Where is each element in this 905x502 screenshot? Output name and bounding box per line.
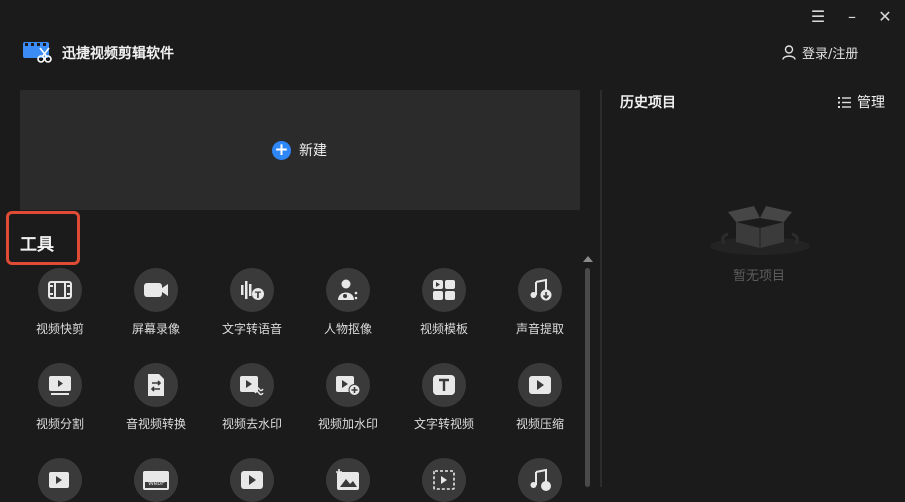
camera-icon (144, 283, 168, 297)
scroll-up-arrow[interactable] (583, 256, 593, 262)
tool-label: 视频加水印 (317, 417, 378, 431)
text-to-speech-icon: T (241, 281, 264, 301)
film-icon (48, 281, 72, 299)
add-watermark-icon (336, 376, 361, 396)
tool-partial-6[interactable] (492, 458, 588, 502)
image-icon (336, 469, 359, 490)
tool-label: 文字转视频 (413, 417, 474, 431)
audio-extract-icon (530, 278, 552, 301)
webp-badge: WebP (148, 480, 165, 487)
video-extra-icon (49, 472, 69, 488)
tool-label: 视频快剪 (35, 322, 84, 336)
text-to-video-icon (433, 375, 455, 395)
menu-button[interactable]: ☰ (807, 8, 829, 26)
user-icon (782, 45, 796, 60)
empty-history-text: 暂无项目 (733, 269, 786, 284)
tool-audio-extract[interactable]: 声音提取 (492, 268, 588, 337)
app-logo-icon (23, 42, 52, 63)
remove-watermark-icon (240, 376, 264, 396)
manage-label: 管理 (857, 95, 885, 111)
list-icon (838, 96, 851, 108)
svg-text:T: T (255, 291, 262, 301)
panel-divider (600, 90, 602, 487)
tool-label: 视频模板 (419, 322, 468, 336)
tool-label: 视频压缩 (515, 417, 564, 431)
tool-label: 声音提取 (515, 322, 564, 336)
compress-icon (529, 376, 551, 394)
scrollbar-thumb[interactable] (585, 268, 590, 487)
tool-label: 文字转语音 (221, 322, 282, 336)
tool-text-to-video[interactable]: 文字转视频 (396, 363, 492, 432)
tool-add-watermark[interactable]: 视频加水印 (300, 363, 396, 432)
music-icon (530, 468, 551, 491)
new-project-button[interactable]: + 新建 (272, 140, 327, 160)
plus-icon: + (272, 140, 291, 160)
login-register-link[interactable]: 登录/注册 (782, 43, 858, 62)
history-title: 历史项目 (620, 95, 676, 111)
crop-icon (433, 470, 455, 490)
tool-person-cutout[interactable]: 人物抠像 (300, 268, 396, 337)
tool-partial-1[interactable] (12, 458, 108, 502)
tool-av-convert[interactable]: 音视频转换 (108, 363, 204, 432)
tool-partial-3[interactable] (204, 458, 300, 502)
tool-label: 屏幕录像 (131, 322, 180, 336)
tool-video-compress[interactable]: 视频压缩 (492, 363, 588, 432)
tool-label: 音视频转换 (125, 417, 186, 431)
minimize-button[interactable]: – (841, 8, 863, 26)
tool-partial-5[interactable] (396, 458, 492, 502)
tool-remove-watermark[interactable]: 视频去水印 (204, 363, 300, 432)
tool-label: 视频分割 (35, 417, 84, 431)
tool-partial-2[interactable]: WebP (108, 458, 204, 502)
new-project-label: 新建 (299, 143, 327, 159)
tool-video-split[interactable]: 视频分割 (12, 363, 108, 432)
close-button[interactable]: ✕ (874, 8, 896, 26)
manage-button[interactable]: 管理 (838, 92, 885, 112)
tool-label: 人物抠像 (323, 322, 372, 336)
tool-video-quick-edit[interactable]: 视频快剪 (12, 268, 108, 337)
person-cutout-icon (338, 279, 358, 300)
new-project-panel[interactable]: + 新建 (20, 90, 580, 210)
tool-label: 视频去水印 (221, 417, 282, 431)
template-icon (433, 280, 455, 300)
tool-screen-record[interactable]: 屏幕录像 (108, 268, 204, 337)
login-label: 登录/注册 (802, 47, 859, 62)
tool-partial-4[interactable] (300, 458, 396, 502)
tool-text-to-speech[interactable]: T 文字转语音 (204, 268, 300, 337)
tools-title: 工具 (20, 235, 54, 255)
empty-box-icon (710, 206, 810, 255)
tool-video-template[interactable]: 视频模板 (396, 268, 492, 337)
app-title: 迅捷视频剪辑软件 (62, 46, 174, 62)
video-split-icon (49, 376, 71, 395)
convert-icon (148, 374, 164, 396)
play-icon (241, 471, 263, 489)
